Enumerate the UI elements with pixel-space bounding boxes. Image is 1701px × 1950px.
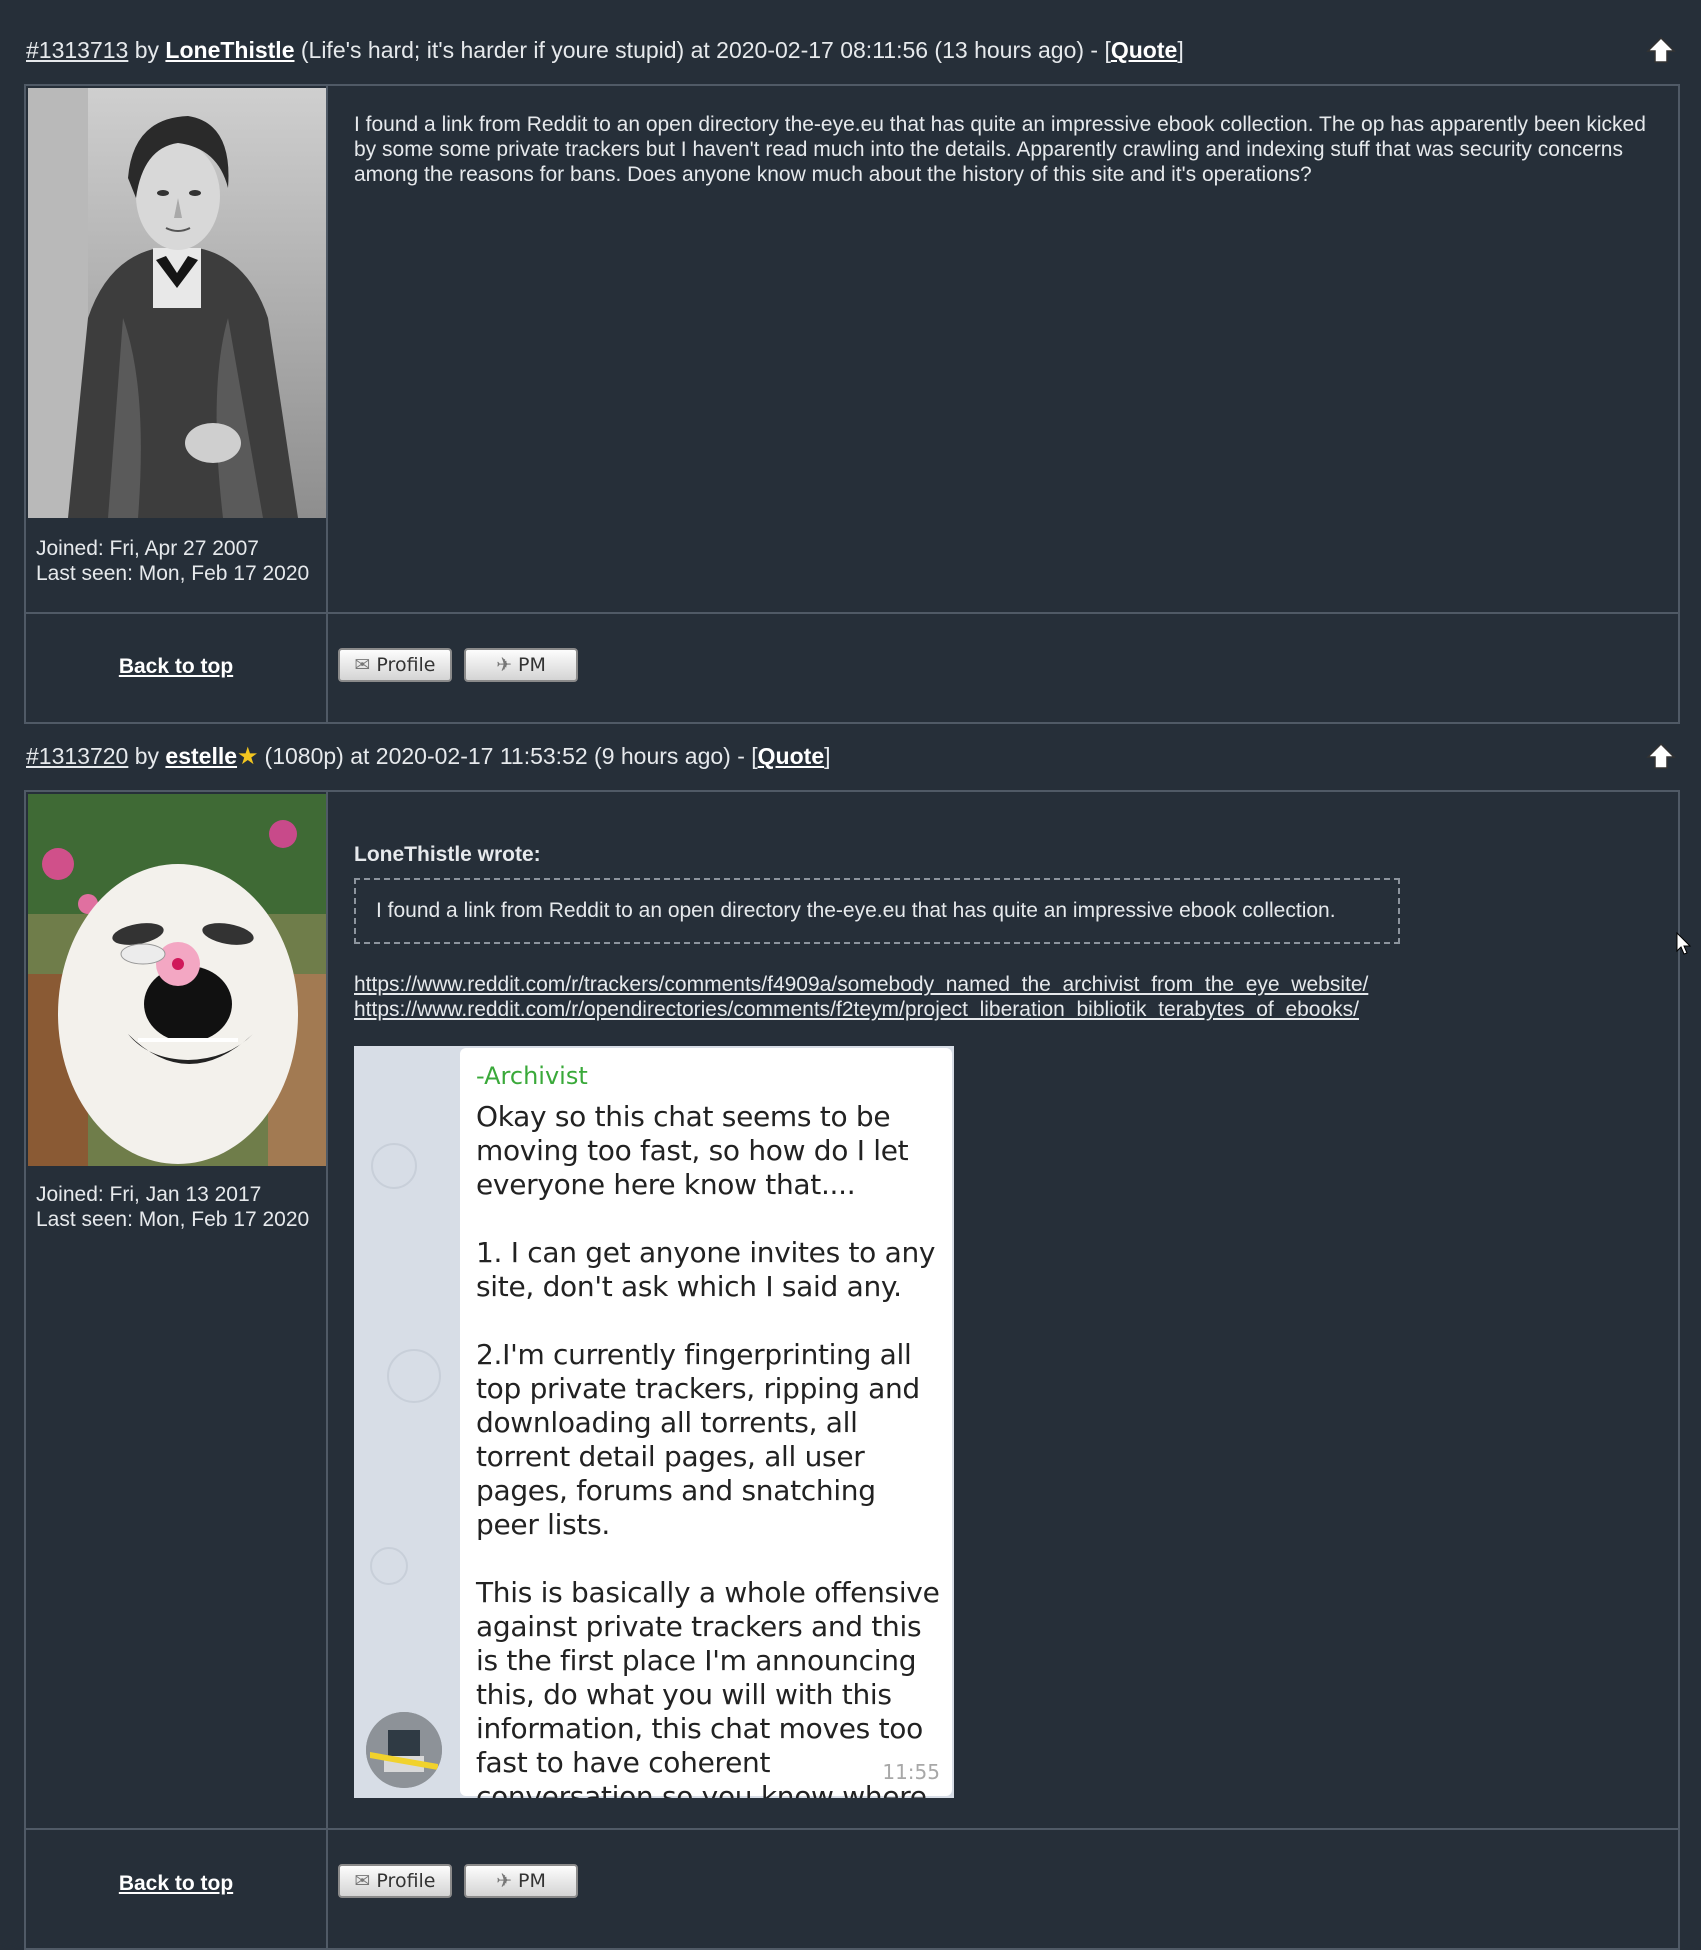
post-number-link[interactable]: #1313713	[26, 37, 128, 64]
user-meta: Joined: Fri, Jan 13 2017 Last seen: Mon,…	[36, 1182, 309, 1232]
pm-icon: ✈	[496, 1870, 513, 1892]
profile-icon: ✉	[354, 1870, 371, 1892]
pm-button[interactable]: ✈ PM	[464, 648, 578, 682]
joined-date: Joined: Fri, Jan 13 2017	[36, 1183, 262, 1206]
by-label: by	[134, 742, 160, 769]
profile-button[interactable]: ✉ Profile	[338, 648, 452, 682]
post-links: https://www.reddit.com/r/trackers/commen…	[354, 972, 1648, 1022]
post-number-link[interactable]: #1313720	[26, 743, 128, 770]
chat-timestamp: 11:55	[882, 1760, 940, 1784]
reddit-link-1[interactable]: https://www.reddit.com/r/trackers/commen…	[354, 972, 1648, 997]
user-info-cell: Joined: Fri, Apr 27 2007 Last seen: Mon,…	[26, 86, 328, 722]
chat-avatar-icon	[366, 1712, 442, 1788]
quote-author: LoneThistle wrote:	[354, 843, 541, 866]
user-info-cell: Joined: Fri, Jan 13 2017 Last seen: Mon,…	[26, 792, 328, 1948]
quote-link[interactable]: Quote	[1111, 37, 1177, 64]
profile-button-label: Profile	[376, 1870, 436, 1892]
post-table: Joined: Fri, Apr 27 2007 Last seen: Mon,…	[24, 84, 1680, 724]
row-divider	[26, 612, 1678, 614]
mouse-cursor-icon	[1676, 932, 1692, 955]
pm-button[interactable]: ✈ PM	[464, 1864, 578, 1898]
avatar	[28, 794, 326, 1166]
user-meta: Joined: Fri, Apr 27 2007 Last seen: Mon,…	[36, 536, 309, 586]
back-to-top: Back to top	[26, 1872, 326, 1896]
reddit-link-2[interactable]: https://www.reddit.com/r/opendirectories…	[354, 997, 1648, 1022]
chat-message: Okay so this chat seems to be moving too…	[476, 1100, 940, 1798]
post-header: #1313720 by estelle ★ (1080p) at 2020-02…	[26, 731, 1676, 781]
post-header: #1313713 by LoneThistle (Life's hard; it…	[26, 25, 1676, 75]
last-seen-date: Last seen: Mon, Feb 17 2020	[36, 562, 310, 585]
quote-box: I found a link from Reddit to an open di…	[354, 878, 1400, 944]
back-to-top-arrow-icon[interactable]	[1646, 35, 1676, 65]
pm-icon: ✈	[496, 654, 513, 676]
chat-screenshot-image: -Archivist Okay so this chat seems to be…	[354, 1046, 954, 1798]
back-to-top: Back to top	[26, 655, 326, 679]
post-content-cell: LoneThistle wrote: I found a link from R…	[328, 792, 1678, 1828]
pm-button-label: PM	[518, 654, 546, 676]
post-content-cell: I found a link from Reddit to an open di…	[328, 86, 1678, 612]
back-to-top-arrow-icon[interactable]	[1646, 741, 1676, 771]
back-to-top-link[interactable]: Back to top	[119, 1872, 233, 1895]
star-icon: ★	[237, 742, 259, 770]
post-table: Joined: Fri, Jan 13 2017 Last seen: Mon,…	[24, 790, 1680, 1950]
by-label: by	[134, 36, 160, 63]
quote-link[interactable]: Quote	[758, 743, 824, 770]
profile-button-label: Profile	[376, 654, 436, 676]
username-link[interactable]: LoneThistle	[165, 37, 294, 64]
chat-sender: -Archivist	[476, 1062, 588, 1090]
last-seen-date: Last seen: Mon, Feb 17 2020	[36, 1208, 310, 1231]
post-meta-text: (Life's hard; it's harder if youre stupi…	[300, 36, 1105, 63]
joined-date: Joined: Fri, Apr 27 2007	[36, 537, 259, 560]
pm-button-label: PM	[518, 1870, 546, 1892]
username-link[interactable]: estelle	[165, 743, 237, 770]
chat-background-pattern	[370, 1143, 441, 1585]
row-divider	[26, 1828, 1678, 1830]
avatar	[28, 88, 326, 518]
quoted-text: I found a link from Reddit to an open di…	[376, 899, 1336, 922]
post-meta-text: (1080p) at 2020-02-17 11:53:52 (9 hours …	[264, 742, 752, 769]
profile-button[interactable]: ✉ Profile	[338, 1864, 452, 1898]
post-body: I found a link from Reddit to an open di…	[354, 113, 1646, 186]
back-to-top-link[interactable]: Back to top	[119, 655, 233, 678]
profile-icon: ✉	[354, 654, 371, 676]
